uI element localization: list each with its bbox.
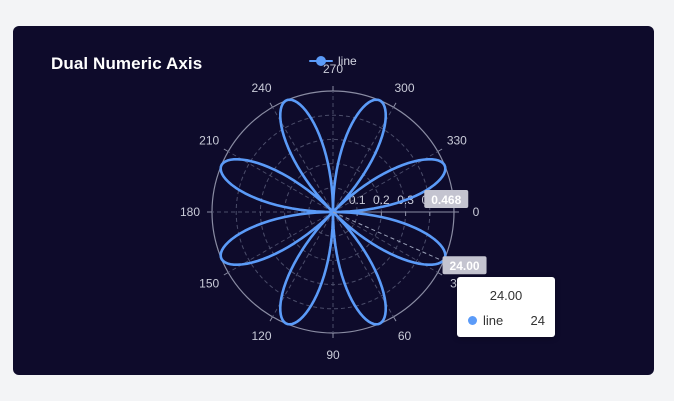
- radius-pointer-label: 0.468: [431, 193, 461, 207]
- angle-tick-label: 180: [180, 205, 200, 219]
- polar-chart: 0306090120150180210240270300330 0.10.20.…: [180, 62, 487, 362]
- angle-tick-label: 270: [323, 62, 343, 76]
- angle-tick-label: 330: [447, 134, 467, 148]
- angle-tick-label: 120: [251, 329, 271, 343]
- tooltip-title: 24.00: [489, 288, 523, 303]
- angle-tick-mark: [437, 148, 443, 152]
- angle-tick-label: 90: [326, 348, 340, 362]
- angle-tick-label: 0: [473, 205, 480, 219]
- angle-pointer-label: 24.00: [450, 259, 480, 273]
- angle-tick-mark: [393, 102, 397, 108]
- tooltip-series-name: line: [483, 313, 504, 328]
- tooltip-row: line 24: [468, 313, 545, 328]
- angle-tick-label: 240: [251, 81, 271, 95]
- angle-tick-mark: [223, 148, 229, 152]
- angle-tick-mark: [269, 316, 273, 322]
- angle-tick-mark: [437, 272, 443, 276]
- angle-tick-label: 150: [199, 277, 219, 291]
- angle-tick-label: 300: [394, 81, 414, 95]
- angle-tick-mark: [223, 272, 229, 276]
- angle-tick-mark: [393, 316, 397, 322]
- chart-tooltip: 24.00 line 24: [457, 277, 555, 337]
- angle-tick-mark: [269, 102, 273, 108]
- tooltip-series-value: 24: [530, 313, 545, 328]
- angle-tick-label: 210: [199, 134, 219, 148]
- tooltip-series-dot: [468, 316, 477, 325]
- chart-card: Dual Numeric Axis line 03060901201501802…: [13, 26, 654, 375]
- angle-tick-label: 60: [398, 329, 412, 343]
